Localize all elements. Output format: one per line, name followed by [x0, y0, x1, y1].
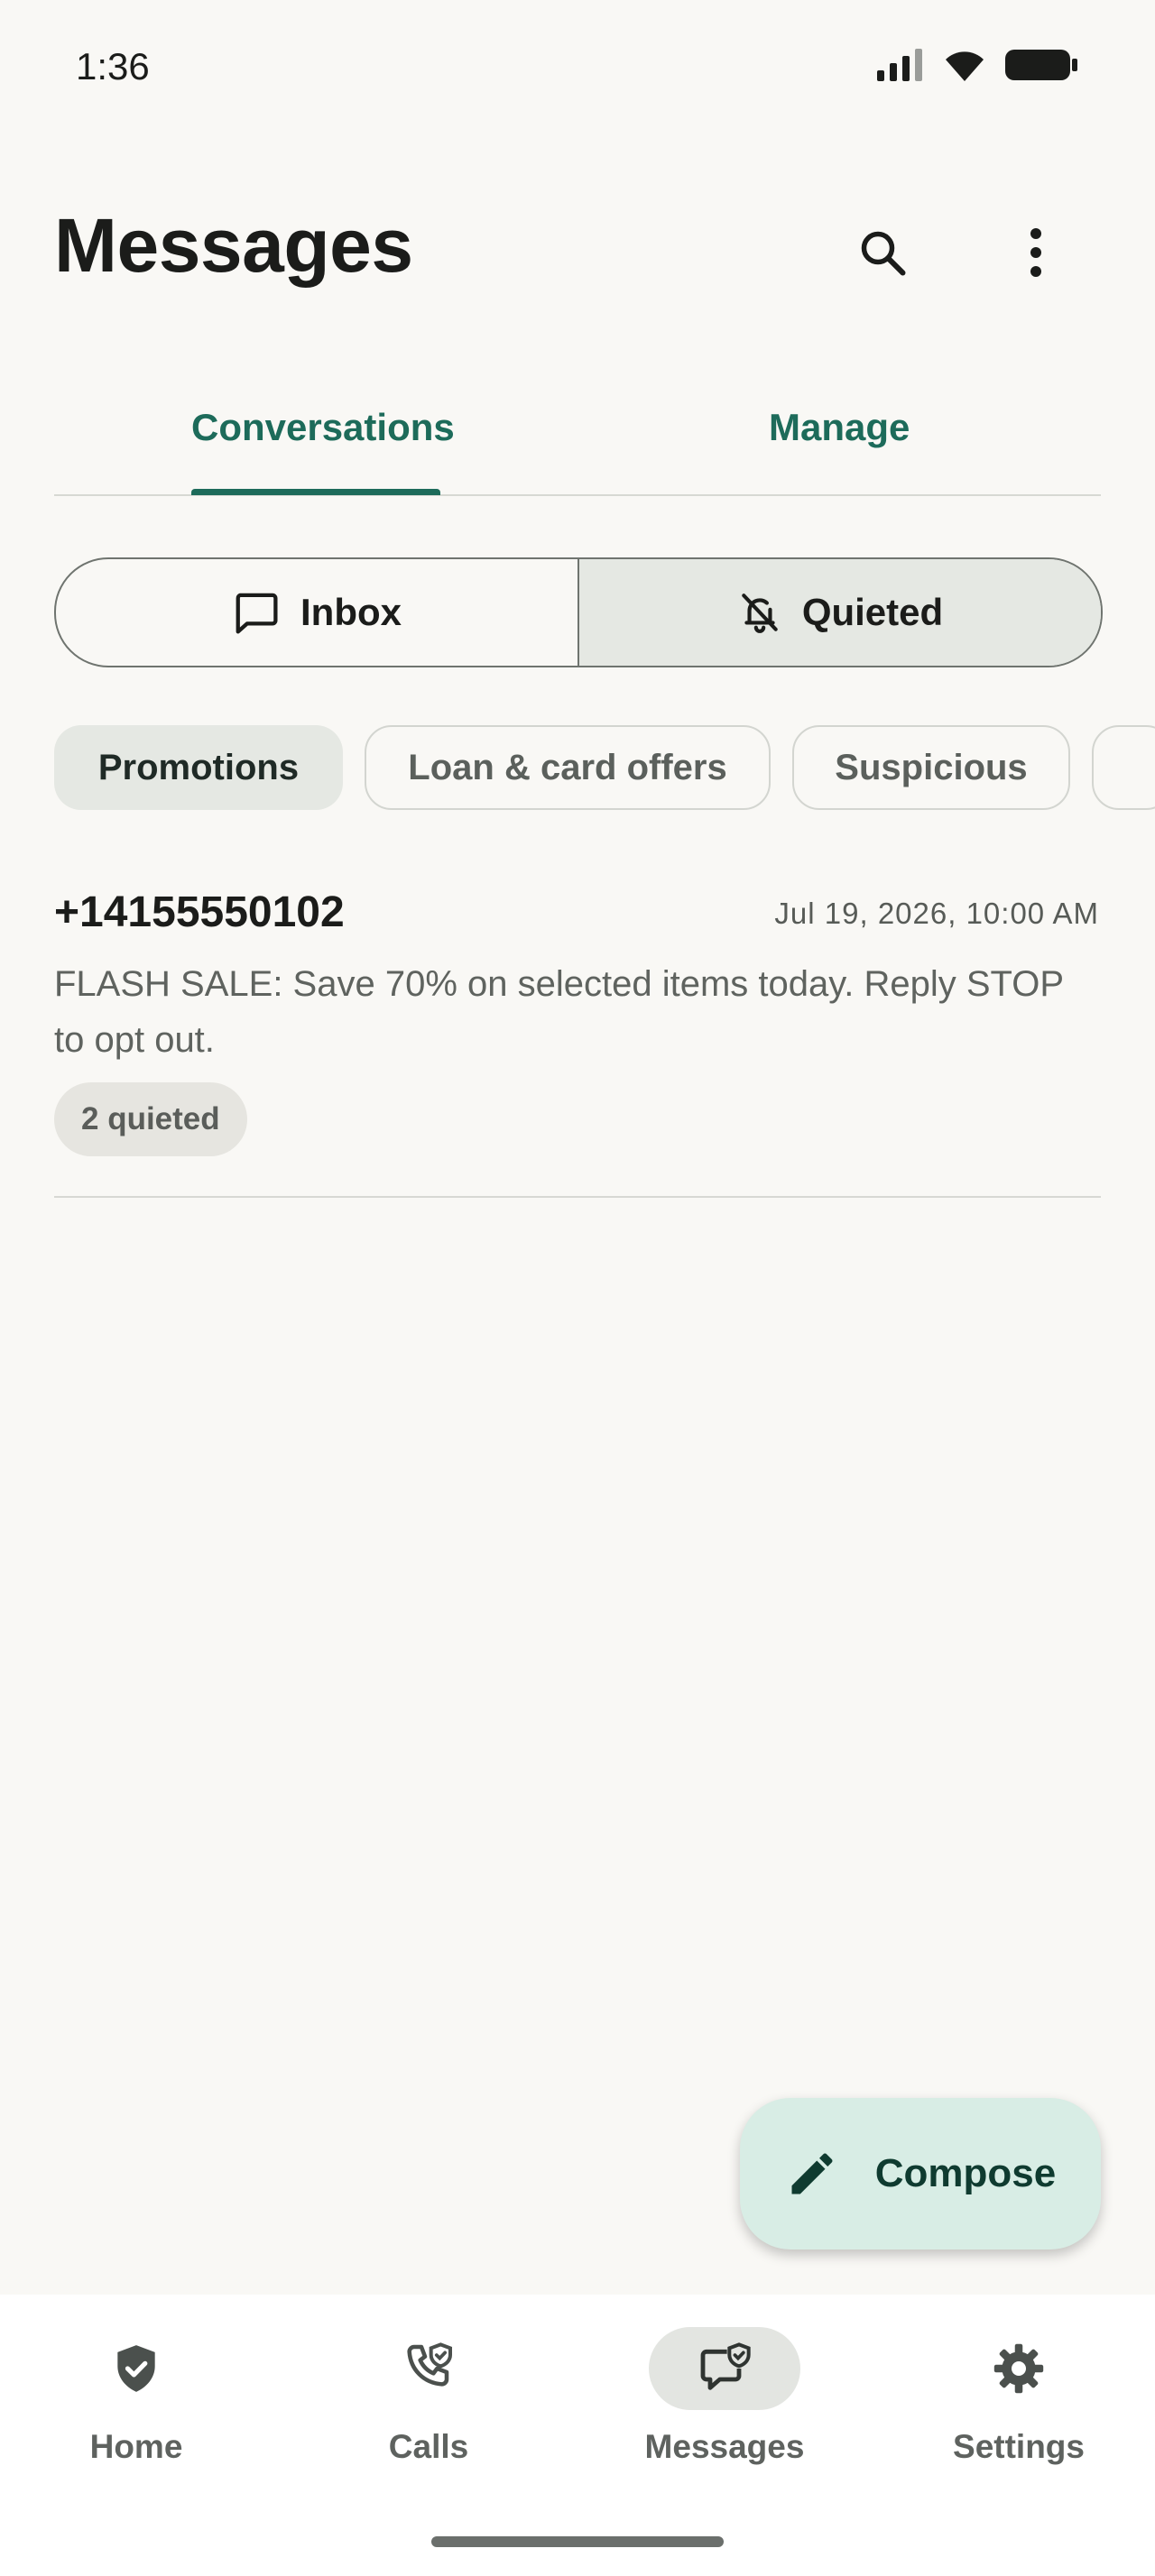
status-icons	[875, 47, 1079, 83]
tab-manage[interactable]: Manage	[769, 406, 910, 449]
more-options-button[interactable]	[1000, 216, 1072, 289]
wifi-icon	[946, 51, 984, 81]
compose-button[interactable]: Compose	[740, 2098, 1101, 2249]
nav-messages-indicator	[649, 2327, 800, 2410]
message-preview: FLASH SALE: Save 70% on selected items t…	[54, 964, 1064, 1060]
nav-calls-indicator	[353, 2327, 504, 2410]
quieted-count-badge: 2 quieted	[54, 1082, 247, 1156]
segment-quieted[interactable]: Quieted	[578, 559, 1101, 666]
segment-quieted-label: Quieted	[801, 591, 944, 633]
chip-suspicious[interactable]: Suspicious	[792, 725, 1070, 810]
tab-conversations[interactable]: Conversations	[191, 406, 455, 449]
nav-messages-label: Messages	[644, 2428, 805, 2465]
chip-overflow[interactable]	[1092, 725, 1155, 810]
nav-home[interactable]: Home	[19, 2327, 254, 2466]
message-sender: +14155550102	[54, 888, 345, 936]
chip-loan-card-offers[interactable]: Loan & card offers	[365, 725, 771, 810]
page-title: Messages	[54, 203, 413, 288]
more-vert-icon	[1030, 228, 1041, 277]
message-shield-icon	[700, 2342, 751, 2390]
row-divider	[54, 1196, 1101, 1198]
home-indicator[interactable]	[431, 2536, 724, 2547]
nav-messages[interactable]: Messages	[607, 2327, 842, 2466]
nav-calls-label: Calls	[388, 2428, 469, 2465]
message-date: Jul 19, 2026, 10:00 AM	[774, 897, 1099, 930]
battery-icon	[1005, 50, 1077, 80]
nav-calls[interactable]: Calls	[311, 2327, 546, 2466]
pencil-icon	[791, 2153, 833, 2194]
search-button[interactable]	[846, 216, 919, 289]
shield-check-icon	[117, 2345, 155, 2392]
nav-settings-label: Settings	[953, 2428, 1085, 2465]
chat-bubble-icon	[236, 593, 278, 634]
compose-label: Compose	[874, 2151, 1057, 2195]
signal-icon	[877, 49, 922, 81]
nav-home-label: Home	[89, 2428, 183, 2465]
segment-inbox-label: Inbox	[300, 591, 402, 633]
phone-shield-icon	[407, 2342, 452, 2387]
nav-home-indicator	[60, 2327, 212, 2410]
search-icon	[861, 231, 906, 276]
nav-settings-indicator	[943, 2327, 1095, 2410]
chip-promotions[interactable]: Promotions	[54, 725, 343, 810]
gear-icon	[993, 2343, 1044, 2394]
inbox-quieted-toggle: Inbox Quieted	[54, 557, 1103, 667]
bell-off-icon	[742, 593, 778, 633]
tab-indicator	[191, 489, 440, 495]
segment-inbox[interactable]: Inbox	[56, 559, 578, 666]
nav-settings[interactable]: Settings	[901, 2327, 1136, 2466]
status-time: 1:36	[76, 45, 150, 87]
